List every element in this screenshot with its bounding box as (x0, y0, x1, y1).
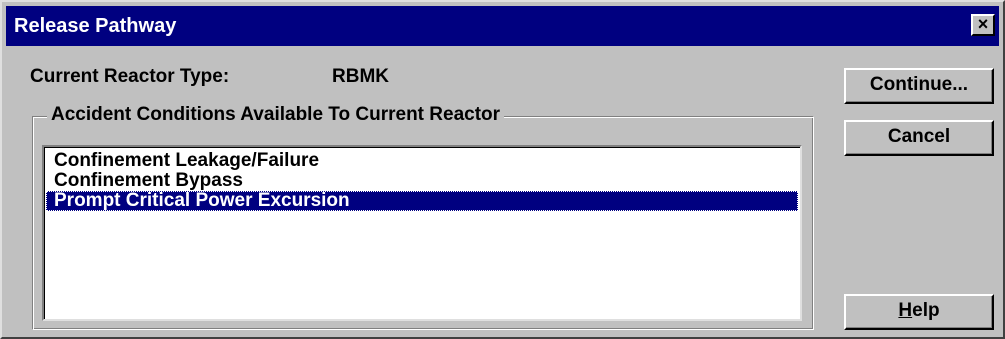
title-bar[interactable]: Release Pathway × (6, 6, 999, 46)
close-icon[interactable]: × (971, 14, 995, 36)
list-item[interactable]: Confinement Leakage/Failure (46, 151, 798, 171)
list-item[interactable]: Confinement Bypass (46, 171, 798, 191)
accident-conditions-legend: Accident Conditions Available To Current… (47, 102, 505, 128)
help-label: elp (912, 300, 940, 321)
help-accelerator: H (898, 300, 913, 321)
list-item-selected[interactable]: Prompt Critical Power Excursion (46, 191, 798, 211)
reactor-type-value: RBMK (332, 66, 389, 87)
window-title: Release Pathway (14, 15, 177, 37)
help-button[interactable]: Help (844, 294, 994, 330)
accident-conditions-listbox[interactable]: Confinement Leakage/Failure Confinement … (42, 145, 802, 321)
reactor-type-label: Current Reactor Type: (30, 66, 230, 87)
cancel-button[interactable]: Cancel (844, 120, 994, 156)
release-pathway-dialog: Release Pathway × Current Reactor Type: … (0, 0, 1005, 339)
continue-button[interactable]: Continue... (844, 68, 994, 104)
